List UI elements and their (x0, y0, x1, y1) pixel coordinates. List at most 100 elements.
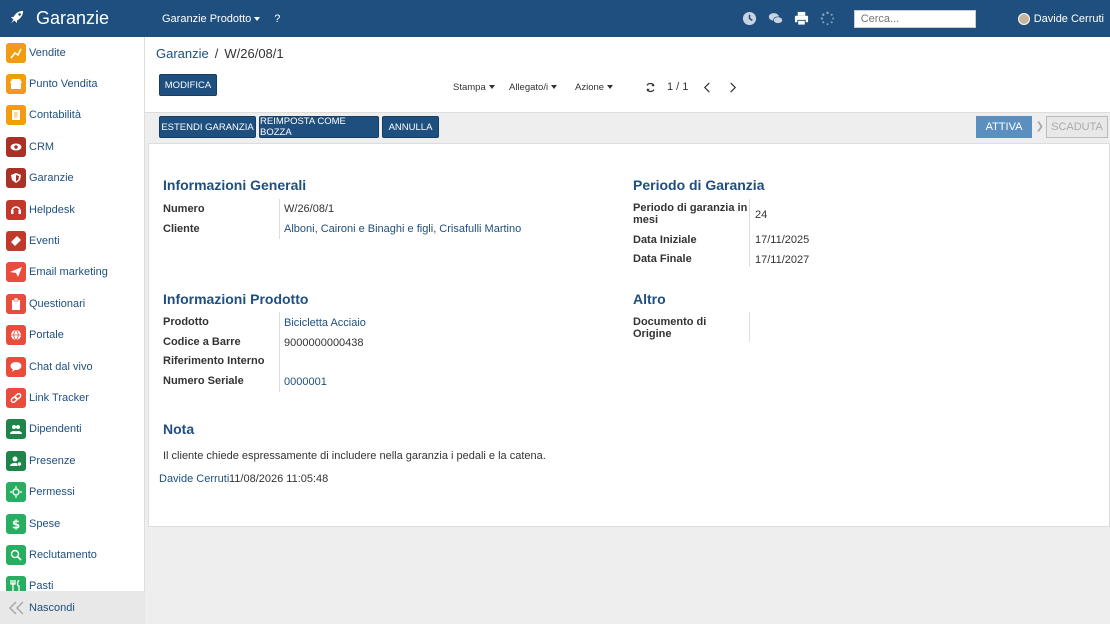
sidebar-item-spese[interactable]: $ Spese (0, 508, 144, 539)
chevron-right-icon: ❯ (1035, 121, 1044, 132)
start-date-label: Data Iniziale (633, 234, 697, 246)
attachment-dropdown[interactable]: Allegato/i (509, 82, 558, 93)
chevron-left-icon[interactable] (702, 81, 713, 93)
app-brand[interactable]: Garanzie (0, 0, 145, 37)
origin-document-label: Documento di Origine (633, 316, 706, 340)
sidebar-item-presenze[interactable]: Presenze (0, 445, 144, 476)
chat-icon[interactable] (768, 11, 784, 27)
sidebar-item-crm[interactable]: CRM (0, 131, 144, 162)
ticket-icon (6, 231, 26, 252)
general-info-title: Informazioni Generali (163, 177, 307, 193)
note-date: 11/08/2026 11:05:48 (229, 473, 329, 485)
eye-icon (6, 136, 26, 157)
reset-draft-button[interactable]: REIMPOSTA COME BOZZA (259, 116, 379, 138)
field-divider (749, 312, 750, 342)
top-navbar: Garanzie Garanzie Prodotto ? Davide Cerr… (0, 0, 1110, 37)
chevron-right-icon[interactable] (727, 81, 738, 93)
extend-warranty-button[interactable]: ESTENDI GARANZIA (159, 116, 256, 138)
sidebar-item-punto-vendita[interactable]: Punto Vendita (0, 68, 144, 99)
print-dropdown[interactable]: Stampa (453, 82, 495, 93)
edit-button[interactable]: MODIFICA (159, 74, 217, 96)
sidebar-item-helpdesk[interactable]: Helpdesk (0, 194, 144, 225)
clock-icon[interactable] (742, 11, 758, 27)
link-icon (6, 387, 26, 408)
sidebar-menu: Vendite Punto Vendita Contabilità CRM Garanz… (0, 37, 144, 602)
sidebar-hide-button[interactable]: Nascondi (0, 591, 145, 624)
search-user-icon (6, 544, 26, 565)
warranty-months-label: Periodo di garanzia in mesi (633, 202, 747, 226)
product-label: Prodotto (163, 316, 209, 328)
status-bar: ESTENDI GARANZIA REIMPOSTA COME BOZZA AN… (159, 115, 1110, 141)
end-date-value: 17/11/2027 (755, 254, 810, 266)
sidebar-item-label: Link Tracker (29, 391, 89, 404)
user-name: Davide Cerruti (1033, 12, 1104, 25)
user-menu[interactable]: Davide Cerruti (1017, 12, 1104, 25)
caret-down-icon (488, 85, 495, 90)
product-info-title: Informazioni Prodotto (163, 291, 309, 307)
caret-down-icon (607, 85, 614, 90)
sidebar-item-reclutamento[interactable]: Reclutamento (0, 539, 144, 570)
avatar (1017, 12, 1030, 25)
sidebar-item-portale[interactable]: Portale (0, 320, 144, 351)
sidebar-item-link-tracker[interactable]: Link Tracker (0, 382, 144, 413)
field-divider (279, 312, 280, 392)
sidebar-item-dipendenti[interactable]: Dipendenti (0, 414, 144, 445)
action-dropdown[interactable]: Azione (575, 82, 614, 93)
breadcrumb-parent-link[interactable]: Garanzie (156, 46, 209, 61)
note-text: Il cliente chiede espressamente di inclu… (163, 450, 546, 462)
search-input[interactable] (853, 9, 976, 28)
sidebar-item-contabilità[interactable]: Contabilità (0, 100, 144, 131)
origin-document-label-line1: Documento di (633, 316, 707, 328)
sidebar-item-permessi[interactable]: Permessi (0, 476, 144, 507)
double-chevron-left-icon (8, 600, 24, 615)
help-menu[interactable]: ? (274, 13, 280, 25)
sidebar-item-label: Reclutamento (29, 548, 97, 561)
sidebar-item-label: Dipendenti (29, 423, 82, 436)
cancel-button[interactable]: ANNULLA (382, 116, 439, 138)
print-icon[interactable] (794, 11, 810, 27)
rocket-icon (10, 10, 36, 27)
sidebar-item-label: Garanzie (29, 172, 74, 185)
model-menu-dropdown[interactable]: Garanzie Prodotto (162, 13, 261, 25)
caret-down-icon (254, 16, 261, 21)
note-author-link[interactable]: Davide Cerruti (159, 473, 229, 485)
customer-link[interactable]: Alboni, Caironi e Binaghi e figli, Crisa… (284, 223, 521, 235)
spinner-icon (820, 11, 836, 27)
paper-plane-icon (6, 262, 26, 283)
sidebar-item-label: Questionari (29, 297, 86, 310)
pager-value[interactable]: 1 / 1 (667, 81, 688, 93)
user-clock-icon (6, 450, 26, 471)
breadcrumb: Garanzie / W/26/08/1 (156, 46, 284, 61)
sidebar-item-label: Eventi (29, 235, 60, 248)
note-title: Nota (163, 421, 195, 437)
customer-label: Cliente (163, 223, 200, 235)
stage-active[interactable]: ATTIVA (976, 116, 1032, 138)
sidebar-item-questionari[interactable]: Questionari (0, 288, 144, 319)
sidebar-item-eventi[interactable]: Eventi (0, 225, 144, 256)
pager: 1 / 1 (645, 81, 752, 93)
warranty-period-title: Periodo di Garanzia (633, 177, 765, 193)
sidebar-item-chat-dal-vivo[interactable]: Chat dal vivo (0, 351, 144, 382)
attachment-label: Allegato/i (509, 82, 549, 93)
breadcrumb-current: W/26/08/1 (224, 46, 284, 61)
top-menu: Garanzie Prodotto ? (162, 13, 294, 25)
product-link[interactable]: Bicicletta Acciaio (284, 317, 366, 329)
breadcrumb-separator: / (214, 46, 219, 61)
start-date-value: 17/11/2025 (755, 234, 810, 246)
caret-down-icon (551, 85, 558, 90)
sidebar-item-label: Permessi (29, 486, 75, 499)
sidebar-item-garanzie[interactable]: Garanzie (0, 163, 144, 194)
stage-expired[interactable]: SCADUTA (1046, 116, 1108, 138)
warranty-months-label-line1: Periodo di garanzia in (633, 202, 748, 214)
sidebar-item-label: Vendite (29, 46, 66, 59)
chart-icon (6, 42, 26, 63)
refresh-icon[interactable] (645, 82, 656, 93)
sidebar-item-email-marketing[interactable]: Email marketing (0, 257, 144, 288)
serial-link[interactable]: 0000001 (284, 376, 327, 388)
app-title: Garanzie (36, 8, 110, 28)
sidebar-item-label: Punto Vendita (29, 78, 98, 91)
sun-icon (6, 482, 26, 503)
sidebar-item-vendite[interactable]: Vendite (0, 37, 144, 68)
print-label: Stampa (453, 82, 486, 93)
dollar-icon: $ (6, 513, 26, 534)
